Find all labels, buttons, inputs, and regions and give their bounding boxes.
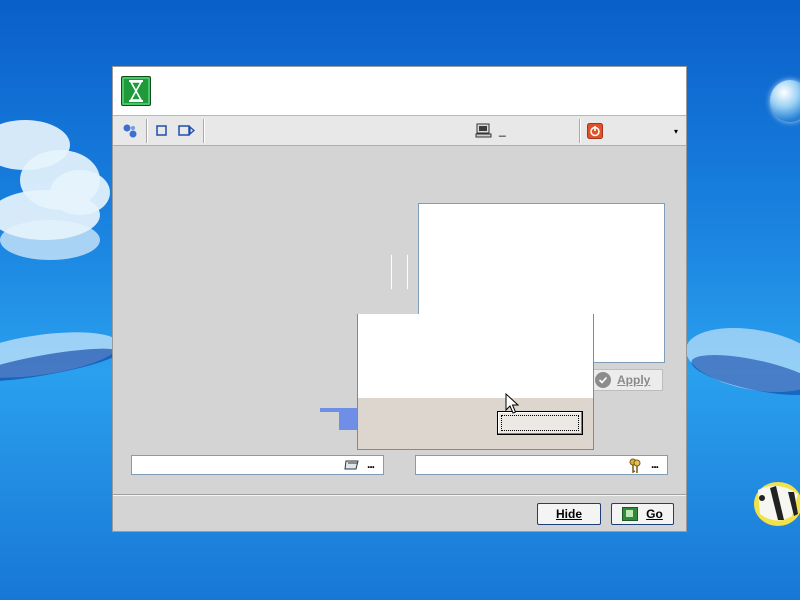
go-label: Go [646,507,663,521]
check-icon [595,372,611,388]
browse-button[interactable]: ... [651,457,659,471]
divider-line [407,255,408,289]
dropdown-arrow-icon[interactable]: ▾ [674,127,678,136]
popup-button-area [358,398,593,449]
browse-button[interactable]: ... [367,457,375,471]
go-button[interactable]: Go [611,503,674,525]
toolbar-separator [579,119,581,143]
mouse-cursor-icon [505,393,519,414]
computer-icon [474,121,494,141]
toolbar-separator [146,119,148,143]
keys-icon [629,458,641,474]
title-bar [113,67,686,116]
popup-dialog [357,314,594,450]
main-content: Apply ... ... [113,147,686,492]
fish-icon [754,482,800,526]
stop-icon[interactable] [152,121,172,141]
divider-line [391,255,392,289]
hide-label: Hide [555,507,582,521]
footer-separator [113,494,686,496]
right-path-field[interactable]: ... [415,455,668,475]
power-icon[interactable] [585,121,605,141]
toolbar-separator [203,119,205,143]
folder-icon [344,460,359,470]
app-window: _ ▾ Apply ... ... Hide Go [112,66,687,532]
left-path-field[interactable]: ... [131,455,384,475]
toolbar: _ ▾ [113,116,686,146]
hide-button[interactable]: Hide [537,503,601,525]
apply-label: Apply [617,373,651,387]
status-text: _ [499,123,506,137]
go-icon [622,507,639,521]
record-icon[interactable] [177,121,197,141]
connect-icon[interactable] [120,121,140,141]
apply-button[interactable]: Apply [591,369,663,391]
hourglass-icon [121,76,151,106]
